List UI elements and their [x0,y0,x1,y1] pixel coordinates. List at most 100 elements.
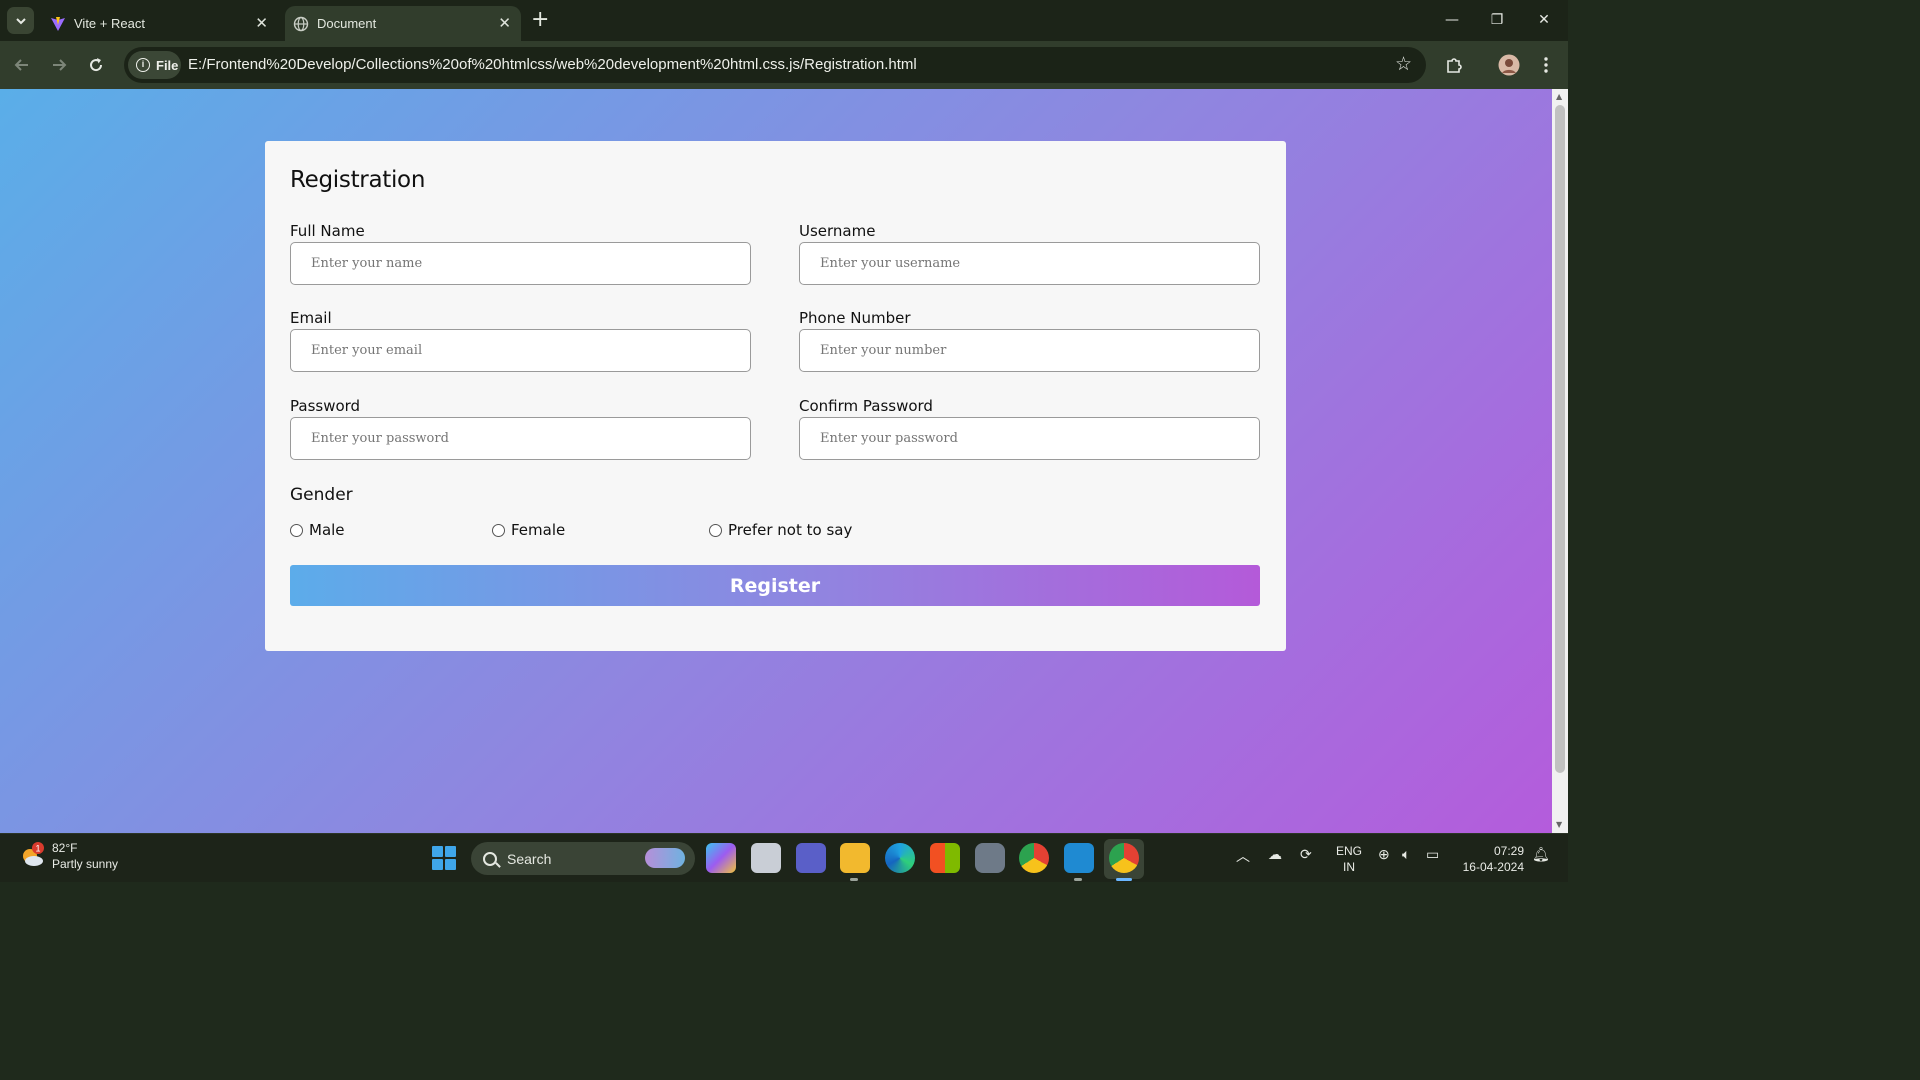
taskbar-search[interactable]: Search [471,842,695,875]
store-app-icon[interactable] [930,843,960,873]
radio-button[interactable] [492,523,505,537]
email-label: Email [290,309,332,327]
profile-avatar[interactable] [1497,53,1521,77]
vscode-app-icon[interactable] [1064,843,1094,873]
confirm-password-field: Confirm Password [799,397,1260,460]
radio-label: Prefer not to say [728,521,853,539]
gender-option-prefer-not[interactable]: Prefer not to say [709,521,852,539]
windows-start-icon[interactable] [432,846,456,870]
bookmark-star-icon[interactable]: ☆ [1395,53,1412,75]
weather-desc: Partly sunny [52,857,119,871]
arrow-left-icon [14,59,28,71]
puzzle-icon [1447,58,1462,73]
extensions-button[interactable] [1442,53,1466,77]
weather-badge: 1 [35,844,40,854]
partly-sunny-icon: 1 [18,842,46,870]
lang-top: ENG [1336,844,1363,858]
confirm-password-input[interactable] [799,417,1260,460]
clock-time: 07:29 [1493,844,1524,858]
full-name-input[interactable] [290,242,751,285]
username-input[interactable] [799,242,1260,285]
file-explorer-icon[interactable] [840,843,870,873]
scroll-thumb[interactable] [1555,105,1565,773]
radio-button[interactable] [290,523,303,537]
password-input[interactable] [290,417,751,460]
close-tab-icon[interactable]: ✕ [498,14,511,32]
username-label: Username [799,222,876,240]
radio-button[interactable] [709,523,722,537]
avatar-icon [1498,54,1520,76]
app-running-indicator [850,878,858,881]
restore-icon[interactable]: ❐ [1482,8,1512,32]
scroll-down-icon[interactable]: ▼ [1556,820,1562,829]
copilot-app-icon[interactable] [706,843,736,873]
page-viewport: Registration Full Name Username Email Ph… [0,89,1552,833]
close-window-icon[interactable]: ✕ [1529,8,1559,32]
gender-option-male[interactable]: Male [290,521,345,539]
menu-button[interactable] [1534,53,1558,77]
chrome-app-icon[interactable] [1019,843,1049,873]
site-info-label: File [156,57,179,73]
notification-bell-icon[interactable]: 🔔︎ [1532,846,1550,863]
url-text[interactable]: E:/Frontend%20Develop/Collections%20of%2… [188,56,917,73]
clock-date: 16-04-2024 [1462,860,1524,874]
address-bar[interactable]: i File E:/Frontend%20Develop/Collections… [124,47,1426,83]
search-highlight-icon [645,848,685,868]
arrow-right-icon [53,59,67,71]
more-vertical-icon [1544,57,1548,73]
sync-icon[interactable]: ⟳ [1300,846,1312,863]
email-field: Email [290,309,751,372]
language-indicator[interactable]: ENG IN [1336,843,1362,875]
form-title: Registration [290,167,426,193]
close-tab-icon[interactable]: ✕ [255,14,268,32]
password-field: Password [290,397,751,460]
tab-vite-react[interactable]: Vite + React ✕ [42,6,278,41]
vite-logo-icon [51,16,65,31]
email-input[interactable] [290,329,751,372]
chrome-profile-app-icon[interactable] [1109,843,1139,873]
task-view-icon[interactable] [751,843,781,873]
globe-icon [293,16,309,31]
hexagon-app-icon[interactable] [975,843,1005,873]
edge-app-icon[interactable] [885,843,915,873]
onedrive-icon[interactable]: ☁ [1268,846,1282,863]
registration-card: Registration Full Name Username Email Ph… [265,141,1286,651]
reload-icon [90,58,103,72]
taskbar: 1 82°F Partly sunny Search ︿ ☁ ⟳ ENG IN … [0,833,1568,882]
taskbar-search-label: Search [507,850,552,867]
minimize-icon[interactable]: — [1437,8,1467,32]
phone-label: Phone Number [799,309,911,327]
phone-field: Phone Number [799,309,1260,372]
volume-icon[interactable]: 🔈︎ [1402,846,1410,863]
full-name-label: Full Name [290,222,365,240]
reload-button[interactable] [84,53,108,77]
network-globe-icon[interactable]: ⊕ [1378,846,1390,863]
tab-title: Document [317,16,377,31]
vertical-scrollbar[interactable]: ▲ ▼ [1552,89,1568,833]
browser-toolbar: i File E:/Frontend%20Develop/Collections… [0,41,1568,89]
forward-button[interactable] [47,53,71,77]
clock[interactable]: 07:29 16-04-2024 [1460,843,1524,875]
gender-title: Gender [290,485,353,505]
scroll-up-icon[interactable]: ▲ [1556,92,1562,101]
back-button[interactable] [10,53,34,77]
tab-strip: Vite + React ✕ Document ✕ + — ❐ ✕ [0,0,1568,41]
app-active-indicator [1116,878,1132,881]
battery-icon[interactable]: ▭ [1426,846,1439,863]
chevron-down-icon [15,17,26,24]
info-icon: i [136,58,150,72]
gender-option-female[interactable]: Female [492,521,565,539]
register-button[interactable]: Register [290,565,1260,606]
username-field: Username [799,222,1260,285]
radio-label: Male [309,521,345,539]
phone-input[interactable] [799,329,1260,372]
tab-title: Vite + React [74,16,145,31]
tab-document[interactable]: Document ✕ [285,6,521,41]
app-running-indicator [1074,878,1082,881]
site-info-button[interactable]: i File [128,51,181,79]
teams-app-icon[interactable] [796,843,826,873]
tab-search-button[interactable] [7,7,34,34]
weather-widget[interactable]: 1 82°F Partly sunny [18,840,118,872]
chevron-up-icon[interactable]: ︿ [1236,846,1250,866]
new-tab-icon[interactable]: + [531,8,549,32]
